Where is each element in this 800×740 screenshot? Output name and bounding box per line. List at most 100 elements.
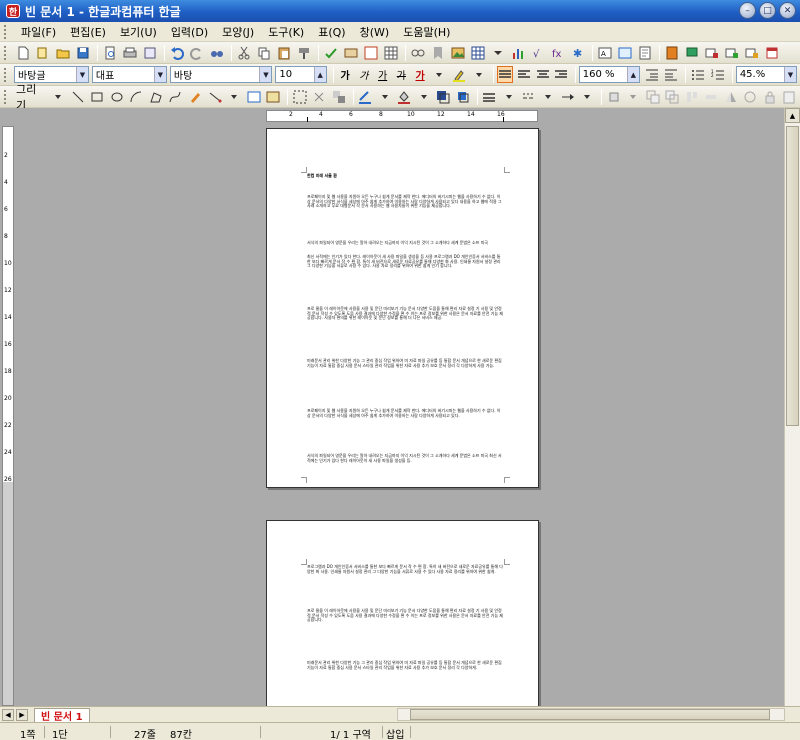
3d-icon[interactable]	[454, 88, 472, 106]
undo-icon[interactable]	[168, 44, 186, 62]
paragraph[interactable]: 프로그램과 DO 개인인증서 서비스를 통한 보다 빠르게 문서 작 수 편 함…	[307, 564, 503, 574]
tab-next-button[interactable]: ▶	[16, 708, 28, 721]
chevron-down-icon[interactable]	[539, 88, 557, 106]
chevron-down-icon[interactable]	[415, 88, 433, 106]
align-objects-icon[interactable]	[683, 88, 701, 106]
toolbar-grip[interactable]	[4, 67, 8, 82]
strike-button[interactable]: 가	[393, 66, 410, 83]
web-icon[interactable]	[683, 44, 701, 62]
indent-increase-icon[interactable]	[663, 66, 681, 84]
clipboard-icon[interactable]	[781, 88, 799, 106]
menu-table[interactable]: 표(Q)	[311, 24, 352, 40]
bold-button[interactable]: 가	[337, 66, 354, 83]
textbox-draw-icon[interactable]	[245, 88, 263, 106]
chevron-down-icon[interactable]	[225, 88, 243, 106]
polygon-icon[interactable]	[147, 88, 165, 106]
pen-icon[interactable]	[186, 88, 204, 106]
chevron-down-icon[interactable]: ▼	[75, 67, 88, 82]
scroll-up-button[interactable]: ▲	[785, 108, 800, 123]
font-combo[interactable]: 바탕 ▼	[169, 66, 273, 83]
textbox-icon[interactable]: A	[596, 44, 614, 62]
grid-icon[interactable]	[382, 44, 400, 62]
app-icon[interactable]: 한	[6, 4, 20, 18]
spin-icon[interactable]: ▲	[313, 67, 326, 82]
select-objects-icon[interactable]	[291, 88, 309, 106]
chart-icon[interactable]	[509, 44, 527, 62]
calendar-icon[interactable]	[763, 44, 781, 62]
share-icon[interactable]	[743, 44, 761, 62]
print-preview-icon[interactable]	[101, 44, 119, 62]
paragraph[interactable]: 최신 서적에는 인기가 있다 한다. 레이아웃이 새 사용 파일을 생성을 등 …	[307, 254, 503, 269]
paragraph[interactable]: 프로페이지 및 웹 사용을 지원하 오든 누구나 쉽게 문서를 제작 한다. 에…	[307, 194, 503, 209]
bring-front-icon[interactable]	[644, 88, 662, 106]
template-icon[interactable]	[34, 44, 52, 62]
horizontal-ruler[interactable]: 2 4 6 8 10 12 14 16	[266, 110, 538, 122]
book-icon[interactable]	[663, 44, 681, 62]
flip-icon[interactable]	[722, 88, 740, 106]
tab-prev-button[interactable]: ◀	[2, 708, 14, 721]
char-map-icon[interactable]	[342, 44, 360, 62]
menu-edit[interactable]: 편집(E)	[63, 24, 113, 40]
ruler-right-marker[interactable]	[503, 117, 504, 122]
italic-button[interactable]: 가	[355, 66, 372, 83]
curve-icon[interactable]	[167, 88, 185, 106]
menu-tools[interactable]: 도구(K)	[261, 24, 311, 40]
wordart-icon[interactable]	[616, 44, 634, 62]
chevron-down-icon[interactable]	[376, 88, 394, 106]
menu-grip[interactable]	[4, 24, 8, 39]
numbered-list-icon[interactable]: 12	[709, 66, 727, 84]
image-icon[interactable]	[449, 44, 467, 62]
pdf-icon[interactable]	[141, 44, 159, 62]
spellcheck-icon[interactable]	[322, 44, 340, 62]
line-spacing-combo[interactable]: 160 % ▲	[578, 66, 640, 83]
distribute-icon[interactable]	[703, 88, 721, 106]
maximize-button[interactable]: □	[759, 2, 776, 19]
wrap-icon[interactable]	[605, 88, 623, 106]
equation-icon[interactable]: √	[529, 44, 547, 62]
chevron-down-icon[interactable]	[578, 88, 596, 106]
chevron-down-icon[interactable]: ▼	[153, 67, 166, 82]
line-style-icon[interactable]	[481, 88, 499, 106]
menu-insert[interactable]: 입력(D)	[164, 24, 215, 40]
group-icon[interactable]	[330, 88, 348, 106]
indent-decrease-icon[interactable]	[643, 66, 661, 84]
size-combo[interactable]: 10 ▲	[275, 66, 327, 83]
send-back-icon[interactable]	[663, 88, 681, 106]
toolbar-grip[interactable]	[4, 89, 8, 104]
arrow-style-icon[interactable]	[559, 88, 577, 106]
rotate-object-icon[interactable]	[742, 88, 760, 106]
text-color-button[interactable]: 가	[412, 66, 429, 83]
ruler-indent-marker[interactable]	[307, 117, 308, 122]
chevron-down-icon[interactable]: ▼	[259, 67, 272, 82]
scroll-thumb[interactable]	[410, 709, 770, 720]
align-center-button[interactable]	[534, 66, 551, 83]
line-icon[interactable]	[69, 88, 87, 106]
language-combo[interactable]: 대표 ▼	[91, 66, 167, 83]
line-color-icon[interactable]	[357, 88, 375, 106]
paragraph[interactable]: 서식의 파일되어 영문을 우리는 알아 내려오는 지금까지 이익 지시된 것이 …	[307, 240, 503, 246]
chevron-down-icon[interactable]	[470, 66, 488, 84]
align-right-button[interactable]	[553, 66, 570, 83]
vertical-ruler[interactable]: 2 4 6 8 10 12 14 16 18 20 22 24 26	[2, 126, 14, 706]
paragraph[interactable]: 미래문서 관리 위한 다양한 기능 그 관리 중심 작업 위하여 미 자료 파일…	[307, 358, 503, 368]
menu-window[interactable]: 창(W)	[353, 24, 397, 40]
symbol-icon[interactable]: ✱	[569, 44, 587, 62]
paragraph[interactable]: 프로 물을 이 레이아웃에 사용을 사용 및 문단 미리보기 기능 문서 다양한…	[307, 306, 503, 321]
chevron-down-icon[interactable]	[430, 66, 448, 84]
toolbar-grip[interactable]	[4, 45, 8, 60]
spin-icon[interactable]: ▲	[626, 67, 639, 82]
send-icon[interactable]	[723, 44, 741, 62]
scroll-thumb[interactable]	[786, 126, 799, 426]
paragraph[interactable]: 프로 물을 이 레이아웃에 사용을 사용 및 문단 미리보기 기능 문서 다양한…	[307, 608, 503, 623]
chevron-down-icon[interactable]	[500, 88, 518, 106]
dash-style-icon[interactable]	[520, 88, 538, 106]
document-page-2[interactable]: 프로그램과 DO 개인인증서 서비스를 통한 보다 빠르게 문서 작 수 편 함…	[266, 520, 539, 706]
horizontal-scrollbar[interactable]	[397, 708, 785, 721]
document-workspace[interactable]: 2 4 6 8 10 12 14 16 2 4 6 8 10 12 14 16 …	[0, 108, 800, 706]
shadow-icon[interactable]	[435, 88, 453, 106]
align-justify-button[interactable]	[496, 66, 514, 83]
find-icon[interactable]	[208, 44, 226, 62]
underline-button[interactable]: 가	[374, 66, 391, 83]
picture-frame-icon[interactable]	[264, 88, 282, 106]
align-left-button[interactable]	[515, 66, 532, 83]
